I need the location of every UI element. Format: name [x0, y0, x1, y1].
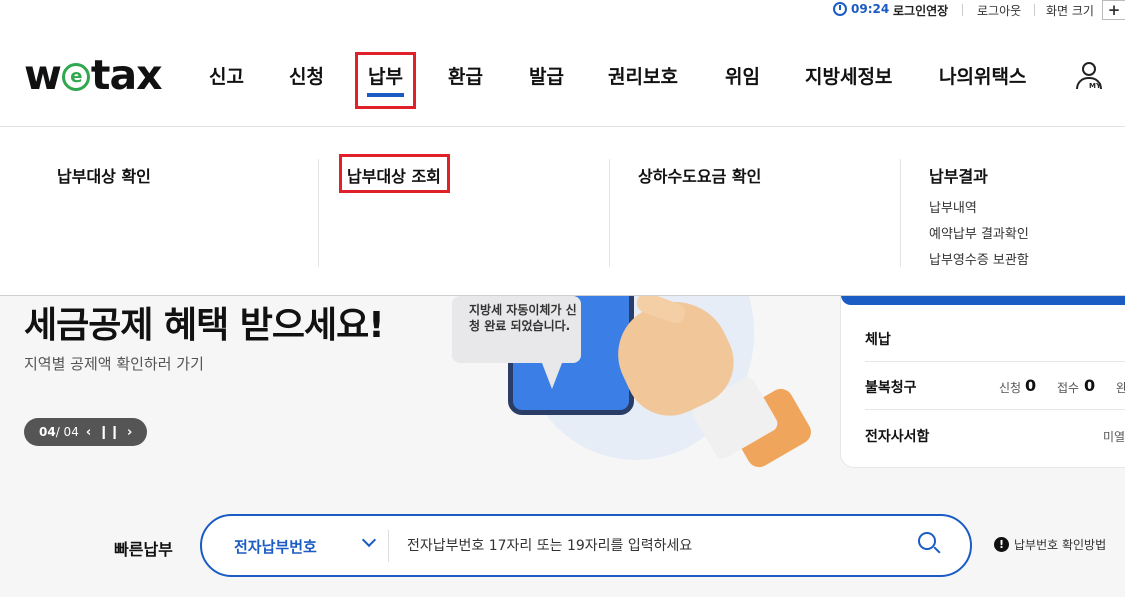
status-panel: 체납 불복청구 신청 0 접수 0 완 전자사서함 미열: [840, 296, 1125, 468]
search-icon[interactable]: [918, 532, 942, 556]
nav-item-report[interactable]: 신고: [209, 62, 244, 89]
banner-page-current: 04: [39, 425, 56, 439]
nav-item-rights[interactable]: 권리보호: [608, 62, 678, 89]
session-timer: 09:24: [833, 2, 889, 16]
nav-item-refund[interactable]: 환급: [448, 62, 483, 89]
menu-highlight-box: [339, 154, 450, 193]
quick-payment-label: 빠른납부: [114, 540, 173, 559]
speech-bubble: 지방세 자동이체가 신청 완료 되었습니다.: [452, 296, 581, 389]
mega-menu: 납부대상 확인 납부대상 조회 상하수도요금 확인 납부결과 납부내역 예약납부…: [0, 126, 1125, 296]
logo-text: tax: [90, 51, 163, 99]
prev-icon[interactable]: ‹: [86, 425, 91, 440]
user-icon: [1082, 62, 1096, 76]
payment-number-input[interactable]: [407, 534, 887, 558]
banner-page-total: / 04: [55, 425, 79, 439]
session-timer-value: 09:24: [851, 2, 890, 16]
divider: [865, 361, 1125, 362]
nav-item-my-wetax[interactable]: 나의위택스: [939, 62, 1026, 89]
divider: [609, 159, 610, 267]
apply-count[interactable]: 0: [1025, 376, 1036, 395]
e-mailbox-item[interactable]: 전자사서함: [865, 426, 929, 446]
info-icon: !: [994, 537, 1009, 552]
submenu-reserved-payment-result[interactable]: 예약납부 결과확인: [929, 223, 1029, 242]
screen-size-label: 화면 크기: [1046, 4, 1094, 18]
unread-label: 미열: [1103, 430, 1125, 444]
banner-controls: 04/ 04 ‹ ❙❙ ›: [24, 418, 147, 446]
appeal-item[interactable]: 불복청구: [865, 377, 917, 397]
receive-count[interactable]: 0: [1084, 376, 1095, 395]
logo-text: w: [24, 51, 62, 99]
clock-icon: [833, 2, 847, 16]
zoom-in-button[interactable]: +: [1102, 0, 1125, 20]
apply-label: 신청: [999, 381, 1022, 395]
nav-highlight-box: [355, 52, 416, 109]
nav-item-delegate[interactable]: 위임: [725, 62, 760, 89]
my-page-button[interactable]: MY: [1074, 62, 1106, 94]
menu-payment-result[interactable]: 납부결과: [929, 163, 988, 187]
divider: [388, 530, 389, 562]
chevron-down-icon[interactable]: [361, 532, 377, 548]
divider: [1034, 4, 1035, 16]
logout-button[interactable]: 로그아웃: [977, 2, 1021, 19]
banner-title[interactable]: 세금공제 혜택 받으세요!: [24, 296, 385, 348]
hero-banner: 세금공제 혜택 받으세요! 지역별 공제액 확인하러 가기 04/ 04 ‹ ❙…: [0, 296, 1125, 486]
receive-label: 접수: [1057, 381, 1080, 395]
submenu-receipt-box[interactable]: 납부영수증 보관함: [929, 249, 1029, 268]
panel-accent-bar: [841, 296, 1125, 305]
quick-payment-section: 빠른납부 전자납부번호 ! 납부번호 확인방법: [0, 486, 1125, 597]
next-icon[interactable]: ›: [127, 425, 132, 440]
wetax-logo[interactable]: w e tax: [24, 51, 163, 99]
banner-description[interactable]: 지역별 공제액 확인하러 가기: [24, 353, 204, 374]
login-extend-button[interactable]: 로그인연장: [893, 2, 948, 19]
nav-active-indicator: [367, 93, 404, 97]
payment-number-help-link[interactable]: ! 납부번호 확인방법: [994, 536, 1106, 553]
divider: [900, 159, 901, 267]
nav-item-apply[interactable]: 신청: [289, 62, 324, 89]
quick-payment-box: 전자납부번호: [200, 514, 972, 577]
arrears-item[interactable]: 체납: [865, 329, 891, 349]
submenu-payment-history[interactable]: 납부내역: [929, 197, 977, 216]
menu-payment-check[interactable]: 납부대상 확인: [57, 163, 151, 187]
utility-bar: 09:24 로그인연장 로그아웃 화면 크기 +: [0, 0, 1125, 22]
nav-item-issue[interactable]: 발급: [529, 62, 564, 89]
help-text: 납부번호 확인방법: [1014, 538, 1107, 552]
my-label: MY: [1089, 82, 1102, 90]
divider: [962, 4, 963, 16]
menu-water-bill-check[interactable]: 상하수도요금 확인: [638, 163, 761, 187]
payment-type-select[interactable]: 전자납부번호: [234, 536, 317, 557]
complete-label: 완: [1116, 381, 1125, 395]
pause-icon[interactable]: ❙❙: [98, 425, 120, 440]
nav-item-tax-info[interactable]: 지방세정보: [805, 62, 892, 89]
logo-e-mark: e: [61, 63, 90, 91]
divider: [318, 159, 319, 267]
divider: [865, 409, 1125, 410]
